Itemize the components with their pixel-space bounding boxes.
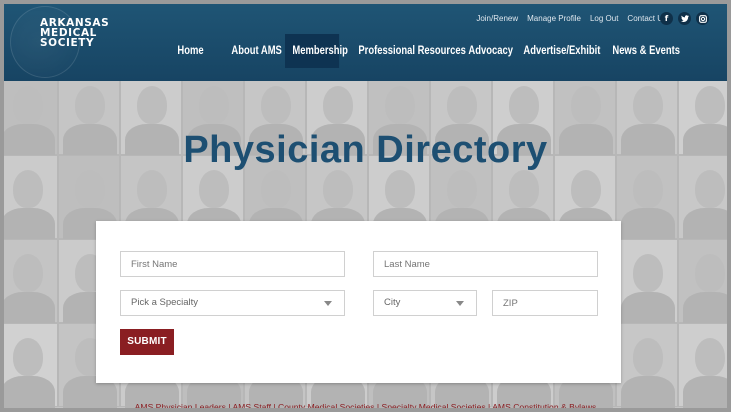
- portrait-head: [13, 170, 43, 208]
- portrait-head: [137, 86, 167, 124]
- portrait-head: [13, 254, 43, 292]
- join-renew-link[interactable]: Join/Renew: [476, 14, 518, 23]
- portrait-head: [509, 86, 539, 124]
- portrait-head: [695, 254, 725, 292]
- nav-membership[interactable]: Membership: [285, 34, 348, 68]
- log-out-link[interactable]: Log Out: [590, 14, 618, 23]
- first-name-input[interactable]: [120, 251, 345, 277]
- portrait-head: [633, 254, 663, 292]
- nav-about-ams[interactable]: About AMS: [224, 34, 281, 68]
- nav-professional-resources[interactable]: Professional Resources: [351, 34, 465, 68]
- search-card: Pick a Specialty City SUBMIT: [96, 221, 621, 383]
- portrait-tile: [678, 239, 727, 332]
- portrait-head: [447, 86, 477, 124]
- portrait-head: [633, 86, 663, 124]
- portrait-head: [199, 170, 229, 208]
- footer-link-staff[interactable]: AMS Staff: [232, 402, 271, 408]
- portrait-head: [75, 86, 105, 124]
- portrait-head: [633, 170, 663, 208]
- portrait-tile: [616, 323, 678, 408]
- portrait-head: [509, 170, 539, 208]
- footer-link-specialty-societies[interactable]: Specialty Medical Societies: [382, 402, 486, 408]
- city-select[interactable]: City: [373, 290, 477, 316]
- instagram-icon[interactable]: [696, 12, 709, 25]
- specialty-select-value: Pick a Specialty: [131, 297, 199, 308]
- portrait-head: [199, 86, 229, 124]
- nav-home[interactable]: Home: [170, 34, 214, 68]
- portrait-head: [13, 86, 43, 124]
- site-header: ARKANSAS MEDICAL SOCIETY Join/Renew Mana…: [4, 4, 727, 81]
- footer-links: AMS Physician Leaders | AMS Staff | Coun…: [4, 402, 727, 408]
- specialty-select[interactable]: Pick a Specialty: [120, 290, 345, 316]
- portrait-head: [261, 170, 291, 208]
- nav-news-events[interactable]: News & Events: [605, 34, 680, 68]
- footer-link-physician-leaders[interactable]: AMS Physician Leaders: [135, 402, 226, 408]
- nav-advocacy[interactable]: Advocacy: [461, 34, 513, 68]
- portrait-head: [571, 170, 601, 208]
- browser-frame: ARKANSAS MEDICAL SOCIETY Join/Renew Mana…: [0, 0, 731, 412]
- portrait-head: [695, 86, 725, 124]
- logo-line-3: SOCIETY: [40, 37, 95, 49]
- site-logo[interactable]: ARKANSAS MEDICAL SOCIETY: [10, 6, 130, 78]
- portrait-tile: [616, 239, 678, 332]
- portrait-head: [385, 86, 415, 124]
- twitter-icon[interactable]: [678, 12, 691, 25]
- portrait-head: [385, 170, 415, 208]
- portrait-head: [633, 338, 663, 376]
- portrait-head: [137, 170, 167, 208]
- portrait-tile: [678, 323, 727, 408]
- portrait-head: [13, 338, 43, 376]
- portrait-head: [261, 86, 291, 124]
- submit-button[interactable]: SUBMIT: [120, 329, 174, 355]
- manage-profile-link[interactable]: Manage Profile: [527, 14, 581, 23]
- portrait-head: [695, 170, 725, 208]
- portrait-tile: [4, 239, 58, 332]
- last-name-input[interactable]: [373, 251, 598, 277]
- portrait-head: [323, 86, 353, 124]
- portrait-head: [571, 86, 601, 124]
- portrait-head: [323, 170, 353, 208]
- utility-nav: Join/Renew Manage Profile Log Out Contac…: [476, 14, 667, 23]
- nav-advertise-exhibit[interactable]: Advertise/Exhibit: [516, 34, 600, 68]
- footer-link-county-societies[interactable]: County Medical Societies: [278, 402, 375, 408]
- portrait-tile: [4, 323, 58, 408]
- portrait-head: [75, 170, 105, 208]
- city-select-value: City: [384, 297, 401, 308]
- logo-text: ARKANSAS MEDICAL SOCIETY: [40, 18, 109, 49]
- portrait-head: [695, 338, 725, 376]
- main-nav: Home About AMS Membership Professional R…: [170, 34, 680, 68]
- zip-input[interactable]: [492, 290, 598, 316]
- portrait-head: [447, 170, 477, 208]
- footer-link-constitution-bylaws[interactable]: AMS Constitution & Bylaws: [492, 402, 596, 408]
- facebook-icon[interactable]: f: [660, 12, 673, 25]
- page-title: Physician Directory: [183, 129, 548, 171]
- social-links: f: [660, 12, 709, 25]
